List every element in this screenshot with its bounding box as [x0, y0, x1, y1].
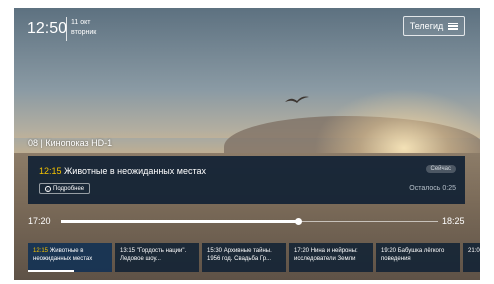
current-program-card: 12:15 Животные в неожиданных местах Сейч… [28, 156, 465, 204]
details-label: Подробнее [53, 185, 85, 192]
program-guide-strip: 12:15 Животные в неожиданных местах 13:15… [28, 243, 480, 272]
channel-number: 08 [28, 138, 39, 148]
clock-time: 12:50 [27, 20, 68, 37]
guide-item-time: 13:15 [120, 248, 136, 254]
date-day: 11 окт [71, 19, 91, 26]
timeline-fill [61, 220, 299, 223]
tv-guide-label: Телегид [409, 21, 444, 31]
guide-item-time: 19:20 [381, 248, 397, 254]
guide-item-time: 17:20 [294, 248, 310, 254]
channel-info: 08 | Кинопоказ HD-1 [28, 138, 113, 148]
guide-item[interactable]: 17:20 Нина и нейроны: исследователи Земл… [289, 243, 373, 272]
date-display: 11 окт вторник [71, 18, 96, 38]
guide-item-time: 15:30 [207, 248, 223, 254]
date-weekday: вторник [71, 29, 97, 36]
timeline-start: 17:20 [28, 216, 51, 226]
info-icon: i [45, 185, 51, 192]
tv-guide-button[interactable]: Телегид [403, 16, 465, 36]
time-remaining: Осталось 0:25 [409, 185, 456, 192]
guide-item[interactable]: 13:15 "Гордость нации". Ледовое шоу... [115, 243, 199, 272]
program-start-time: 12:15 [39, 166, 62, 176]
guide-item[interactable]: 21:00 Диета... [463, 243, 480, 272]
channel-name: Кинопоказ HD-1 [45, 138, 113, 148]
guide-item[interactable]: 12:15 Животные в неожиданных местах [28, 243, 112, 272]
details-button[interactable]: i Подробнее [39, 183, 91, 194]
clock-divider [66, 17, 67, 41]
guide-item[interactable]: 19:20 Бабушка лёгкого поведения [376, 243, 460, 272]
timeline-handle[interactable] [295, 218, 302, 225]
now-badge: Сейчас [425, 165, 456, 173]
timeline-end: 18:25 [442, 216, 465, 226]
program-title: Животные в неожиданных местах [64, 166, 206, 176]
hamburger-icon [448, 22, 459, 30]
seagull-image [285, 96, 309, 103]
guide-item[interactable]: 15:30 Архивные тайны. 1956 год. Свадьба … [202, 243, 286, 272]
guide-item-time: 21:00 [468, 248, 480, 254]
guide-item-time: 12:15 [33, 248, 49, 254]
